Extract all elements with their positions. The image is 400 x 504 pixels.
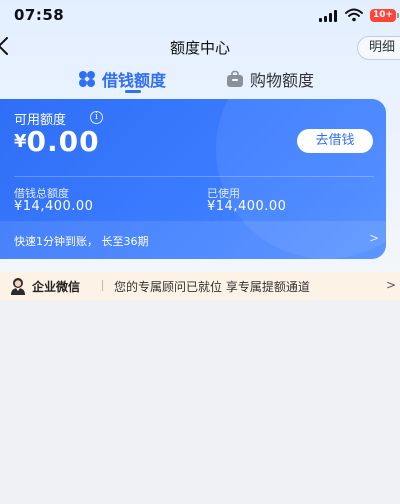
wecom-name: 企业微信	[32, 280, 81, 294]
available-amount-value: 0.00	[26, 125, 100, 158]
active-tab-indicator	[125, 90, 141, 93]
credit-card: 可用额度 i ¥0.00 去借钱 借钱总额度 ¥14,400.00 已使用 ¥1…	[0, 99, 386, 259]
tab-borrow-limit[interactable]: 借钱额度	[78, 67, 166, 91]
available-amount: ¥0.00	[14, 125, 100, 158]
advisor-avatar	[11, 278, 25, 295]
promo-text: 快速1分钟到账， 长至36期	[14, 235, 149, 248]
used-value: ¥14,400.00	[207, 199, 287, 214]
status-time: 07:58	[14, 6, 65, 24]
battery-icon: 10+	[370, 9, 399, 22]
clover-icon	[79, 71, 95, 87]
wifi-icon	[345, 8, 363, 22]
wecom-separator	[102, 280, 103, 291]
borrow-button[interactable]: 去借钱	[297, 129, 373, 153]
wecom-banner[interactable]: 企业微信 您的专属顾问已就位 享专属提额通道 >	[0, 272, 400, 300]
tab-shopping-limit[interactable]: 购物额度	[226, 67, 314, 91]
status-bar: 07:58 10+	[0, 0, 400, 30]
card-divider	[14, 176, 374, 177]
signal-icon	[319, 10, 339, 22]
promo-arrow-icon: >	[369, 231, 380, 245]
detail-button[interactable]: 明细	[357, 36, 400, 60]
bag-icon	[227, 70, 243, 87]
total-limit-value: ¥14,400.00	[14, 199, 94, 214]
wecom-arrow-icon: >	[386, 278, 397, 292]
currency-symbol: ¥	[14, 131, 27, 152]
info-icon[interactable]: i	[90, 111, 103, 124]
page-title: 额度中心	[169, 39, 230, 57]
tab-borrow-label: 借钱额度	[102, 71, 167, 90]
wecom-message: 您的专属顾问已就位 享专属提额通道	[114, 280, 310, 294]
tab-shopping-label: 购物额度	[250, 71, 315, 90]
content-area	[0, 300, 400, 504]
